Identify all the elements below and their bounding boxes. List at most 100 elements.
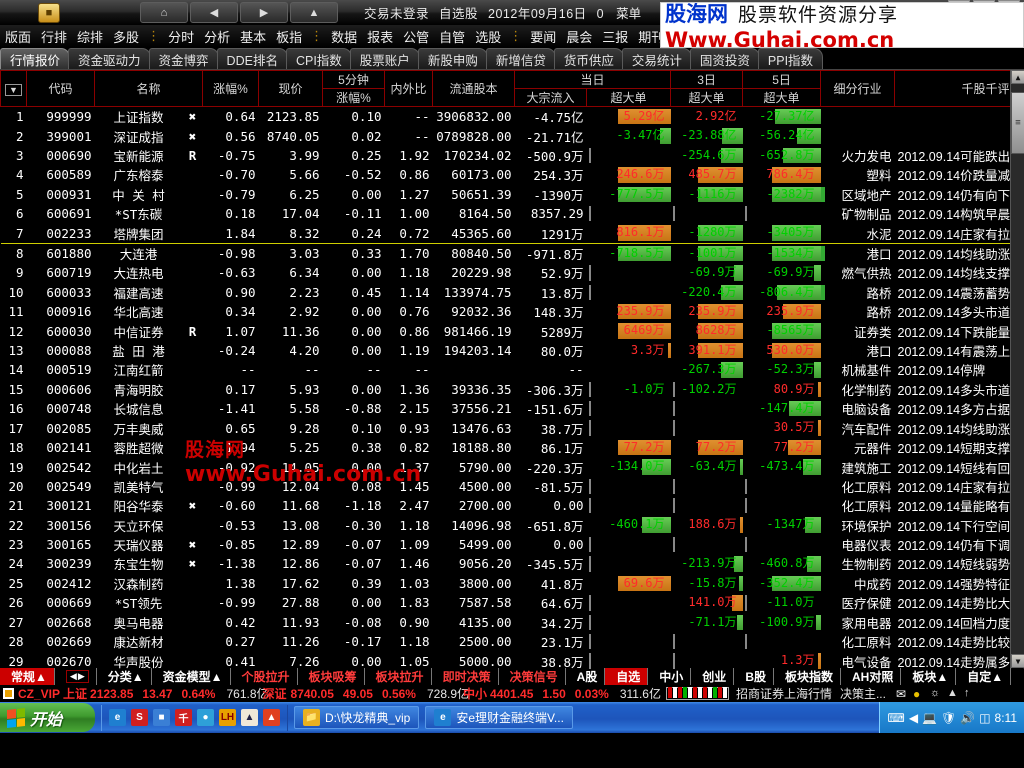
tab-7[interactable]: 新增信贷 [485, 48, 556, 69]
header-3day[interactable]: 3日 [670, 70, 744, 89]
app-blue-icon[interactable]: ■ [153, 709, 170, 726]
menu-gongguan[interactable]: 公管 [398, 27, 434, 46]
status-sh-name[interactable]: 上证 [63, 685, 87, 702]
header-float-shares[interactable]: 流通股本 [432, 70, 516, 107]
table-row[interactable]: 16 000748 长城信息 -1.41 5.58 -0.88 2.15 37556.21 -1… [1, 399, 1024, 418]
tab-1[interactable]: 资金驱动力 [68, 48, 151, 69]
header-today[interactable]: 当日 [514, 70, 672, 89]
bottom-tab-5[interactable]: 板块吸筹 [298, 668, 365, 685]
vertical-scrollbar[interactable]: ▲ ≡ ▼ [1010, 70, 1024, 668]
table-row[interactable]: 18 002141 蓉胜超微 1.94 5.25 0.38 0.82 18188.80 86.1… [1, 438, 1024, 457]
system-tray[interactable]: ⌨ ◀ 💻 🛡 🔊 ◫ 8:11 [879, 702, 1024, 733]
table-row[interactable]: 23 300165 天瑞仪器 ✖ -0.85 12.89 -0.07 1.09 5499.00 0… [1, 535, 1024, 554]
table-row[interactable]: 12 600030 中信证券 R 1.07 11.36 0.00 0.86 981466.19 5… [1, 321, 1024, 340]
up-icon[interactable]: ▲ [947, 687, 961, 700]
nav-button-group[interactable]: ⌂ ◀ ▶ ▲ [140, 2, 338, 23]
menu-shuju[interactable]: 数据 [326, 27, 362, 46]
mail-icon[interactable]: ✉ [896, 687, 910, 701]
table-row[interactable]: 20 002549 凯美特气 -0.99 12.04 0.08 1.45 4500.00 -81… [1, 477, 1024, 496]
header-name[interactable]: 名称 [93, 70, 204, 107]
status-decision[interactable]: 决策主... [840, 685, 886, 702]
quote-table-area[interactable]: ▼ 代码 名称 涨幅% 现价 5分钟 内外比 流通股本 当日 3日 5日 细分行… [0, 70, 1024, 671]
header-comment[interactable]: 千股千评 [894, 70, 1024, 107]
shield-icon[interactable]: 🛡 [941, 711, 956, 725]
windows-taskbar[interactable]: 开始 e S ■ 千 ● LH ▲ ▲ 📁 D:\快龙精典_vip e 安e理财… [0, 702, 1024, 733]
alert-icon[interactable]: ↑ [964, 687, 978, 700]
table-row[interactable]: 28 002669 康达新材 0.27 11.26 -0.17 1.18 2500.00 23.… [1, 632, 1024, 651]
bottom-tab-0[interactable]: 常规▲ [0, 668, 55, 685]
header-today-super[interactable]: 超大单 [586, 88, 672, 107]
table-row[interactable]: 4 600589 广东榕泰 -0.70 5.66 -0.52 0.86 60173.00 254… [1, 165, 1024, 184]
table-row[interactable]: 8 601880 大连港 -0.98 3.03 0.33 1.70 80840.50 -971.… [1, 243, 1024, 263]
menu-sanbao[interactable]: 三报 [597, 27, 633, 46]
table-row[interactable]: 26 000669 *ST领先 -0.99 27.88 0.00 1.83 7587.58 64… [1, 593, 1024, 612]
signal-icon[interactable]: ☼ [930, 687, 944, 700]
menu-fenxi[interactable]: 分析 [199, 27, 235, 46]
tab-3[interactable]: DDE排名 [216, 48, 288, 69]
bottom-tab-8[interactable]: 决策信号 [499, 668, 566, 685]
scroll-down-icon[interactable]: ▼ [1011, 654, 1024, 668]
table-row[interactable]: 24 300239 东宝生物 ✖ -1.38 12.86 -0.07 1.46 9056.20-… [1, 554, 1024, 573]
bottom-tab-4[interactable]: 个股拉升 [231, 668, 298, 685]
status-broker[interactable]: 招商证券上海行情 [736, 685, 832, 702]
tab-5[interactable]: 股票账户 [349, 48, 420, 69]
menu-chenhui[interactable]: 晨会 [561, 27, 597, 46]
back-icon[interactable]: ◀ [190, 2, 238, 23]
app-s-icon[interactable]: S [131, 709, 148, 726]
quick-launch-bar[interactable]: e S ■ 千 ● LH ▲ ▲ [101, 704, 288, 731]
bottom-tab-6[interactable]: 板块拉升 [365, 668, 432, 685]
status-zx-name[interactable]: 中小 [463, 685, 487, 702]
table-row[interactable]: 19 002542 中化岩土 -0.92 14.05 0.00 1.37 5790.00 -22… [1, 457, 1024, 476]
table-row[interactable]: 14 000519 江南红箭 -- -- -- -- -- -267.3万 -52.3万 机械基件 2… [1, 360, 1024, 379]
ie-icon[interactable]: e [109, 709, 126, 726]
sub-tab-bar[interactable]: 行情报价 资金驱动力 资金博弈 DDE排名 CPI指数 股票账户 新股申购 新增信贷 货币供应交… [0, 47, 1024, 70]
menu-ziguan[interactable]: 自管 [434, 27, 470, 46]
menu-fenshi[interactable]: 分时 [163, 27, 199, 46]
header-5day-super[interactable]: 超大单 [742, 88, 822, 107]
forward-icon[interactable]: ▶ [240, 2, 288, 23]
tab-6[interactable]: 新股申购 [417, 48, 488, 69]
tab-9[interactable]: 交易统计 [621, 48, 692, 69]
bottom-tab-7[interactable]: 即时决策 [432, 668, 499, 685]
menu-banzhi[interactable]: 板指 [271, 27, 307, 46]
header-price[interactable]: 现价 [258, 70, 324, 107]
menu-yaowen[interactable]: 要闻 [525, 27, 561, 46]
app-red-icon[interactable]: 千 [175, 709, 192, 726]
app-chart-icon[interactable]: ▲ [263, 709, 280, 726]
header-3day-super[interactable]: 超大单 [670, 88, 744, 107]
scroll-up-icon[interactable]: ▲ [1011, 70, 1024, 84]
menu-duogu[interactable]: 多股 [108, 27, 144, 46]
battery-icon[interactable]: ◫ [979, 711, 990, 725]
table-row[interactable]: 3 000690 宝新能源 R -0.75 3.99 0.25 1.92 170234.02 -5… [1, 146, 1024, 165]
table-row[interactable]: 2 399001 深证成指 ✖ 0.56 8740.05 0.02 -- 0789828.00-… [1, 126, 1024, 145]
tab-11[interactable]: PPI指数 [757, 48, 824, 69]
tab-4[interactable]: CPI指数 [285, 48, 352, 69]
table-row[interactable]: 15 000606 青海明胶 0.17 5.93 0.00 1.36 39336.35 -306… [1, 380, 1024, 399]
chevron-left-icon[interactable]: ◀ [909, 711, 918, 725]
scrollbar-thumb[interactable]: ≡ [1011, 92, 1024, 154]
tab-0[interactable]: 行情报价 [0, 48, 71, 69]
tab-2[interactable]: 资金博弈 [148, 48, 219, 69]
header-5min-pct[interactable]: 涨幅% [322, 88, 386, 107]
bottom-tab-9[interactable]: A股 [566, 668, 606, 685]
keyboard-icon[interactable]: ⌨ [887, 711, 904, 725]
taskbar-window-app[interactable]: e 安e理财金融终端V... [425, 706, 573, 729]
bottom-tab-bar[interactable]: 常规▲ ◀ ▶ 分类▲ 资金模型▲ 个股拉升 板块吸筹 板块拉升 即时决策 决策信号 A股 自选 中小创… [0, 668, 1024, 685]
bottom-tab-1[interactable]: ◀ ▶ [55, 668, 97, 685]
table-body[interactable]: 1 999999 上证指数 ✖ 0.64 2123.85 0.10 -- 3906832.00-… [0, 107, 1024, 671]
bottom-tab-15[interactable]: AH对照 [841, 668, 902, 685]
tab-8[interactable]: 货币供应 [553, 48, 624, 69]
lh-icon[interactable]: LH [219, 709, 236, 726]
taskbar-clock[interactable]: 8:11 [995, 711, 1017, 725]
table-row[interactable]: 1 999999 上证指数 ✖ 0.64 2123.85 0.10 -- 3906832.00 -… [1, 107, 1024, 127]
bottom-tab-11[interactable]: 中小 [648, 668, 692, 685]
table-row[interactable]: 5 000931 中 关 村 -0.79 6.25 0.00 1.27 50651.39 -13… [1, 185, 1024, 204]
bottom-tab-10[interactable]: 自选 [605, 668, 649, 685]
status-sz-name[interactable]: 深证 [263, 685, 287, 702]
menu-item-caidan[interactable]: 菜单 [616, 3, 641, 22]
volume-icon[interactable]: 🔊 [960, 711, 975, 725]
network-icon[interactable]: 💻 [922, 711, 937, 725]
header-5min[interactable]: 5分钟 [322, 70, 386, 89]
table-row[interactable]: 7 002233 塔牌集团 1.84 8.32 0.24 0.72 45365.60 1291万… [0, 223, 1024, 244]
bottom-tab-12[interactable]: 创业 [691, 668, 735, 685]
